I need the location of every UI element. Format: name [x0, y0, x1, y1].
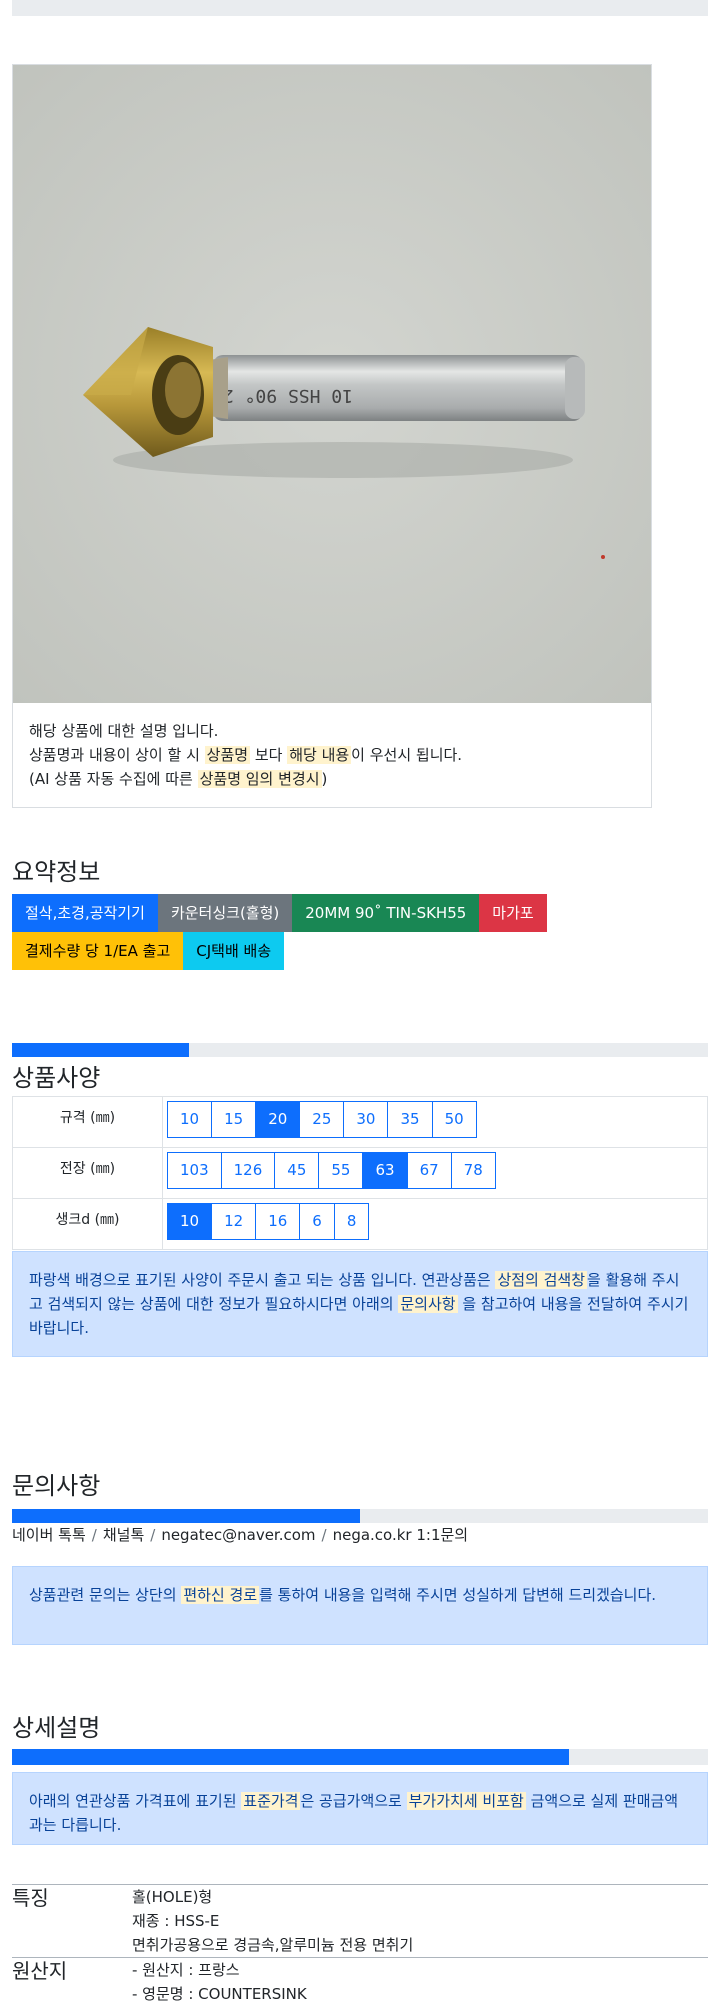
summary-title: 요약정보 — [12, 858, 101, 886]
notice-highlight: 상점의 검색창 — [495, 1271, 588, 1289]
contact-channel-link[interactable]: nega.co.kr 1:1문의 — [333, 1526, 469, 1544]
notice-highlight: 부가가치세 비포함 — [406, 1792, 526, 1810]
notice-text: 상품관련 문의는 상단의 — [29, 1586, 182, 1604]
detail-progress-fill — [12, 1749, 569, 1765]
contact-channel-link[interactable]: 채널톡 — [103, 1526, 144, 1544]
channel-separator: / — [150, 1526, 156, 1544]
detail-table: 특징 홀(HOLE)형재종 : HSS-E 면취가공용으로 경금속,알루미늄 전용 … — [12, 1884, 708, 2006]
spec-row: 규격 (㎜) 10 15 20 25 30 35 50 — [12, 1096, 708, 1148]
summary-tag: 카운터싱크(홀형) — [157, 894, 293, 932]
contact-channel-link[interactable]: 네이버 톡톡 — [12, 1526, 86, 1544]
spec-row: 생크d (㎜) 10 12 16 6 8 — [12, 1198, 708, 1250]
spec-title: 상품사양 — [12, 1064, 101, 1092]
notice-text: 아래의 연관상품 가격표에 표기된 — [29, 1792, 242, 1810]
summary-tag: 절삭,초경,공작기기 — [12, 894, 158, 932]
spec-label: 생크d (㎜) — [12, 1198, 163, 1250]
caption-highlight: 상품명 임의 변경시 — [197, 770, 322, 788]
caption-highlight: 해당 내용 — [287, 746, 352, 764]
spec-options: 10 15 20 25 30 35 50 — [162, 1096, 708, 1148]
detail-notice: 아래의 연관상품 가격표에 표기된 표준가격 은 공급가액으로 부가가치세 비포함… — [12, 1772, 708, 1845]
spec-option-button[interactable]: 30 — [343, 1101, 389, 1138]
detail-value: 홀(HOLE)형 — [132, 1888, 213, 1906]
spec-option-button[interactable]: 126 — [220, 1152, 276, 1189]
channel-separator: / — [91, 1526, 97, 1544]
summary-tag: CJ택배 배송 — [183, 932, 285, 970]
detail-key: 원산지 — [12, 1959, 68, 1983]
inquiry-progress-fill — [12, 1509, 360, 1523]
svg-text:10 HSS 90° 20: 10 HSS 90° 20 — [212, 385, 353, 406]
spec-option-button[interactable]: 55 — [318, 1152, 364, 1189]
contact-channel-link[interactable]: negatec@naver.com — [161, 1526, 315, 1544]
detail-row: 원산지 - 원산지 : 프랑스 - 영문명 : COUNTERSINK — [12, 1957, 708, 2006]
notice-text: 파랑색 배경으로 표기된 사양이 주문시 출고 되는 상품 입니다. 연관상품은 — [29, 1271, 496, 1289]
spec-notice: 파랑색 배경으로 표기된 사양이 주문시 출고 되는 상품 입니다. 연관상품은… — [12, 1251, 708, 1357]
detail-row: 특징 홀(HOLE)형재종 : HSS-E 면취가공용으로 경금속,알루미늄 전용 … — [12, 1884, 708, 1957]
detail-progress-bar — [12, 1749, 708, 1765]
spec-progress-fill — [12, 1043, 190, 1057]
image-caption: 해당 상품에 대한 설명 입니다. 상품명과 내용이 상이 할 시 상품명 보다… — [13, 703, 651, 791]
detail-value: 재종 : HSS-E — [132, 1912, 220, 1930]
spec-option-button[interactable]: 25 — [299, 1101, 345, 1138]
spec-option-button[interactable]: 103 — [167, 1152, 222, 1189]
notice-text: 를 통하여 내용을 입력해 주시면 성실하게 답변해 드리겠습니다. — [259, 1586, 657, 1604]
detail-value: - 영문명 : COUNTERSINK — [132, 1985, 307, 2003]
inquiry-title: 문의사항 — [12, 1472, 101, 1500]
summary-tags-row-1: 절삭,초경,공작기기 카운터싱크(홀형) 20MM 90˚ TIN-SKH55 마가포 — [12, 894, 547, 932]
spec-option-button[interactable]: 16 — [255, 1203, 301, 1240]
countersink-photo: 10 HSS 90° 20 — [13, 65, 651, 703]
caption-text: 보다 — [250, 746, 288, 764]
caption-line-3: (AI 상품 자동 수집에 따른 상품명 임의 변경시) — [29, 767, 635, 791]
spec-option-button[interactable]: 20 — [255, 1101, 301, 1138]
spec-option-button[interactable]: 35 — [387, 1101, 433, 1138]
caption-text: 상품명과 내용이 상이 할 시 — [29, 746, 205, 764]
caption-line-1: 해당 상품에 대한 설명 입니다. — [29, 722, 219, 740]
detail-values: - 원산지 : 프랑스 - 영문명 : COUNTERSINK — [132, 1958, 307, 2006]
notice-highlight: 문의사항 — [398, 1295, 458, 1313]
notice-text: 은 공급가액으로 — [300, 1792, 407, 1810]
detail-values: 홀(HOLE)형재종 : HSS-E 면취가공용으로 경금속,알루미늄 전용 면취… — [132, 1885, 413, 1957]
product-photo: 10 HSS 90° 20 — [13, 65, 651, 703]
summary-tag: 20MM 90˚ TIN-SKH55 — [292, 894, 480, 932]
spec-option-button[interactable]: 67 — [406, 1152, 452, 1189]
spec-option-button[interactable]: 45 — [274, 1152, 320, 1189]
spec-option-button[interactable]: 12 — [211, 1203, 257, 1240]
spec-options: 10 12 16 6 8 — [162, 1198, 708, 1250]
spec-option-button[interactable]: 8 — [333, 1203, 370, 1240]
caption-text: (AI 상품 자동 수집에 따른 — [29, 770, 198, 788]
summary-tag: 마가포 — [479, 894, 547, 932]
spec-option-button[interactable]: 78 — [450, 1152, 496, 1189]
spec-option-button[interactable]: 10 — [167, 1203, 213, 1240]
spec-option-button[interactable]: 63 — [362, 1152, 408, 1189]
detail-key: 특징 — [12, 1886, 49, 1910]
product-image-card: 10 HSS 90° 20 해당 상품에 대한 설명 입니다. 상품명과 내용이… — [12, 64, 652, 808]
spec-progress-bar — [12, 1043, 708, 1057]
channel-separator: / — [321, 1526, 327, 1544]
spec-table: 규격 (㎜) 10 15 20 25 30 35 50 전장 (㎜) 103 126 45 55 63 67… — [12, 1096, 708, 1250]
top-bar — [12, 0, 708, 16]
detail-value: - 원산지 : 프랑스 — [132, 1961, 240, 1979]
summary-tag: 결제수량 당 1/EA 출고 — [12, 932, 184, 970]
caption-line-2: 상품명과 내용이 상이 할 시 상품명 보다 해당 내용 이 우선시 됩니다. — [29, 743, 635, 767]
caption-text: ) — [321, 770, 328, 788]
inquiry-progress-bar — [12, 1509, 708, 1523]
notice-highlight: 표준가격 — [241, 1792, 301, 1810]
caption-highlight: 상품명 — [204, 746, 251, 764]
spec-option-button[interactable]: 10 — [167, 1101, 213, 1138]
spec-row: 전장 (㎜) 103 126 45 55 63 67 78 — [12, 1147, 708, 1199]
spec-option-button[interactable]: 15 — [211, 1101, 257, 1138]
inquiry-channels: 네이버 톡톡 / 채널톡 / negatec@naver.com / nega.co.kr … — [12, 1524, 468, 1545]
spec-option-button[interactable]: 6 — [299, 1203, 335, 1240]
summary-tags-row-2: 결제수량 당 1/EA 출고 CJ택배 배송 — [12, 932, 285, 970]
detail-title: 상세설명 — [12, 1714, 101, 1742]
spec-label: 전장 (㎜) — [12, 1147, 163, 1199]
detail-value: 면취가공용으로 경금속,알루미늄 전용 면취기 — [132, 1936, 414, 1954]
spec-option-button[interactable]: 50 — [431, 1101, 477, 1138]
spec-options: 103 126 45 55 63 67 78 — [162, 1147, 708, 1199]
caption-text: 이 우선시 됩니다. — [351, 746, 463, 764]
notice-highlight: 편하신 경로 — [181, 1586, 260, 1604]
spec-label: 규격 (㎜) — [12, 1096, 163, 1148]
inquiry-notice: 상품관련 문의는 상단의 편하신 경로 를 통하여 내용을 입력해 주시면 성실하… — [12, 1566, 708, 1645]
